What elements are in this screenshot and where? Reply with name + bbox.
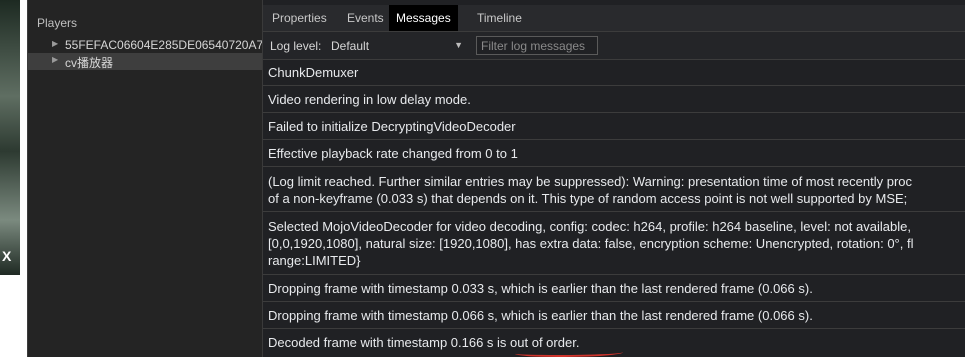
tab-messages[interactable]: Messages xyxy=(389,5,458,31)
players-title: Players xyxy=(37,16,78,30)
tab-properties[interactable]: Properties xyxy=(265,5,334,31)
log-message-text: Effective playback rate changed from 0 t… xyxy=(268,146,518,161)
log-message: Dropping frame with timestamp 0.066 s, w… xyxy=(263,302,965,329)
log-message-text: Video rendering in low delay mode. xyxy=(268,92,471,107)
player-item-selected[interactable]: ▶ cv播放器 xyxy=(28,53,262,70)
tab-timeline[interactable]: Timeline xyxy=(470,5,529,31)
log-message: Selected MojoVideoDecoder for video deco… xyxy=(263,212,965,275)
filter-log-input[interactable] xyxy=(476,36,598,55)
player-item-label: cv播放器 xyxy=(65,56,114,70)
video-preview-strip: X xyxy=(0,0,20,275)
log-message-text: Dropping frame with timestamp 0.033 s, w… xyxy=(268,281,813,296)
log-message-text: of a non-keyframe (0.033 s) that depends… xyxy=(268,191,908,206)
player-details: Properties Events Messages Timeline Log … xyxy=(263,0,965,357)
messages-toolbar: Log level: Default ▼ xyxy=(263,32,965,60)
tab-bar: Properties Events Messages Timeline xyxy=(263,5,965,32)
log-message: Video rendering in low delay mode. xyxy=(263,86,965,113)
tab-events[interactable]: Events xyxy=(340,5,391,31)
log-message-text: Selected MojoVideoDecoder for video deco… xyxy=(268,219,911,234)
log-message-text: Failed to initialize DecryptingVideoDeco… xyxy=(268,119,516,134)
player-item-label: 55FEFAC06604E285DE06540720A7E xyxy=(65,38,262,52)
log-message-text: Dropping frame with timestamp 0.066 s, w… xyxy=(268,308,813,323)
log-level-select[interactable]: Default ▼ xyxy=(331,39,463,53)
log-message: Failed to initialize DecryptingVideoDeco… xyxy=(263,113,965,140)
log-message-text: range:LIMITED} xyxy=(268,253,361,268)
log-level-label: Log level: xyxy=(270,39,322,53)
log-message: (Log limit reached. Further similar entr… xyxy=(263,167,965,212)
dropdown-arrow-icon: ▼ xyxy=(454,40,463,50)
log-message-text: ChunkDemuxer xyxy=(268,65,359,80)
log-message: ChunkDemuxer xyxy=(263,59,965,86)
expand-triangle-icon[interactable]: ▶ xyxy=(52,55,58,64)
log-level-value: Default xyxy=(331,39,370,53)
log-message-text: (Log limit reached. Further similar entr… xyxy=(268,174,913,189)
player-item[interactable]: ▶ 55FEFAC06604E285DE06540720A7E xyxy=(28,37,262,54)
log-message: Effective playback rate changed from 0 t… xyxy=(263,140,965,167)
expand-triangle-icon[interactable]: ▶ xyxy=(52,39,58,48)
media-devtools-panel: Players ▶ 55FEFAC06604E285DE06540720A7E … xyxy=(27,0,965,357)
video-overlay-glyph: X xyxy=(2,248,12,264)
log-message: Dropping frame with timestamp 0.033 s, w… xyxy=(263,275,965,302)
message-log: ChunkDemuxer Video rendering in low dela… xyxy=(263,59,965,357)
log-message-text: [0,0,1920,1080], natural size: [1920,108… xyxy=(268,236,914,251)
players-sidebar: Players ▶ 55FEFAC06604E285DE06540720A7E … xyxy=(28,0,263,357)
